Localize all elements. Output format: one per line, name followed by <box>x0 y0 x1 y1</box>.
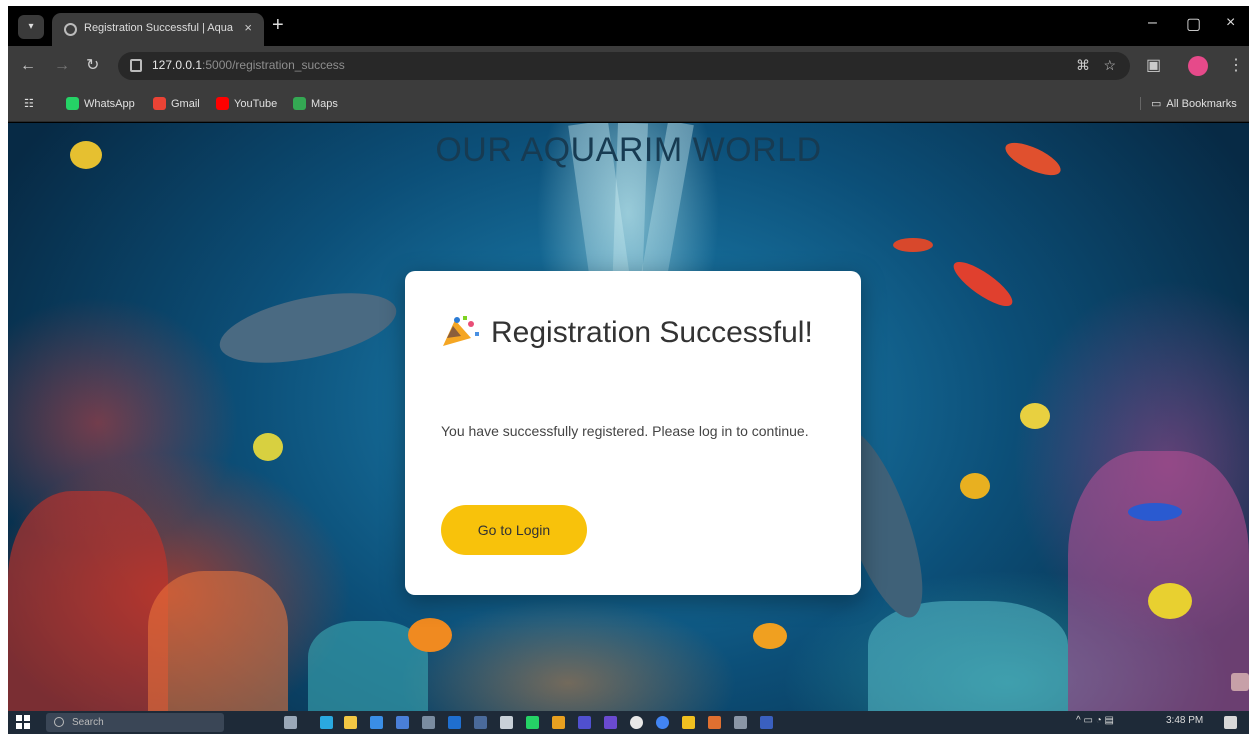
youtube-icon <box>216 97 229 110</box>
app-icon[interactable] <box>734 716 747 729</box>
os-taskbar: Search ^ ▭ ◔ ▤ 3:48 PM <box>8 711 1249 734</box>
app-icon[interactable] <box>630 716 643 729</box>
task-view-icon[interactable] <box>284 716 297 729</box>
whatsapp-icon <box>66 97 79 110</box>
vscode-icon[interactable] <box>370 716 383 729</box>
bookmark-star-icon[interactable]: ☆ <box>1103 57 1116 74</box>
app-icon[interactable] <box>474 716 487 729</box>
app-icon[interactable] <box>578 716 591 729</box>
bookmark-youtube[interactable]: YouTube <box>216 97 277 110</box>
active-tab[interactable]: Registration Successful | Aqua × <box>52 13 264 46</box>
browser-window: ▾ Registration Successful | Aqua × + – ▢… <box>8 6 1249 734</box>
new-tab-button[interactable]: + <box>272 14 284 36</box>
page-viewport: OUR AQUARIM WORLD Registration Successfu… <box>8 123 1249 711</box>
globe-icon <box>64 23 77 36</box>
star-app-icon[interactable] <box>682 716 695 729</box>
tab-strip: ▾ Registration Successful | Aqua × + – ▢… <box>8 6 1249 46</box>
maps-icon <box>293 97 306 110</box>
system-tray-icons[interactable]: ^ ▭ ◔ ▤ <box>1076 715 1114 726</box>
registration-success-card: Registration Successful! You have succes… <box>405 271 861 595</box>
forward-arrow-icon[interactable]: → <box>54 56 70 76</box>
menu-kebab-icon[interactable]: ⋮ <box>1228 56 1244 76</box>
extensions-icon[interactable]: ▣ <box>1146 56 1161 76</box>
bookmark-maps[interactable]: Maps <box>293 97 338 110</box>
profile-avatar[interactable] <box>1188 56 1208 76</box>
taskbar-search[interactable]: Search <box>46 713 224 732</box>
app-icon[interactable] <box>552 716 565 729</box>
app-icon[interactable] <box>604 716 617 729</box>
app-icon[interactable] <box>760 716 773 729</box>
browser-toolbar: ← → ↻ 127.0.0.1:5000/registration_succes… <box>8 46 1249 86</box>
translate-icon[interactable]: ⌘ <box>1076 57 1090 74</box>
chrome-icon[interactable] <box>656 716 669 729</box>
success-message: You have successfully registered. Please… <box>441 423 809 439</box>
search-icon <box>54 717 64 727</box>
reload-icon[interactable]: ↻ <box>86 56 99 76</box>
apps-grid-icon[interactable]: ☷ <box>24 97 34 110</box>
bookmark-gmail[interactable]: Gmail <box>153 97 200 110</box>
back-arrow-icon[interactable]: ← <box>20 56 36 76</box>
tab-title: Registration Successful | Aqua <box>84 22 233 34</box>
app-icon[interactable] <box>708 716 721 729</box>
all-bookmarks-folder[interactable]: ▭ All Bookmarks <box>1140 97 1237 110</box>
windows-start-icon[interactable] <box>16 715 30 729</box>
url-text: 127.0.0.1:5000/registration_success <box>152 58 345 72</box>
party-popper-icon <box>443 316 479 346</box>
go-to-login-button[interactable]: Go to Login <box>441 505 587 555</box>
minimize-button[interactable]: – <box>1148 14 1157 32</box>
bookmark-whatsapp[interactable]: WhatsApp <box>66 97 135 110</box>
tab-close-icon[interactable]: × <box>244 20 252 35</box>
whatsapp-taskbar-icon[interactable] <box>526 716 539 729</box>
store-icon[interactable] <box>396 716 409 729</box>
close-window-button[interactable]: × <box>1226 14 1235 32</box>
bookmarks-bar: ☷ WhatsApp Gmail YouTube Maps ▭ All Book… <box>8 86 1249 122</box>
site-info-icon[interactable] <box>130 59 142 72</box>
notification-icon[interactable] <box>1224 716 1237 729</box>
folder-icon: ▭ <box>1151 98 1162 110</box>
gmail-icon <box>153 97 166 110</box>
site-title: OUR AQUARIM WORLD <box>435 131 822 169</box>
calculator-icon[interactable] <box>500 716 513 729</box>
maximize-button[interactable]: ▢ <box>1186 14 1201 34</box>
clock[interactable]: 3:48 PM <box>1166 715 1203 726</box>
file-explorer-icon[interactable] <box>344 716 357 729</box>
success-heading: Registration Successful! <box>441 313 821 353</box>
address-bar[interactable]: 127.0.0.1:5000/registration_success ⌘ ☆ <box>118 52 1130 80</box>
corner-widget[interactable] <box>1231 673 1249 691</box>
edge-icon[interactable] <box>320 716 333 729</box>
mail-icon[interactable] <box>448 716 461 729</box>
tab-search-button[interactable]: ▾ <box>18 15 44 39</box>
app-icon[interactable] <box>422 716 435 729</box>
